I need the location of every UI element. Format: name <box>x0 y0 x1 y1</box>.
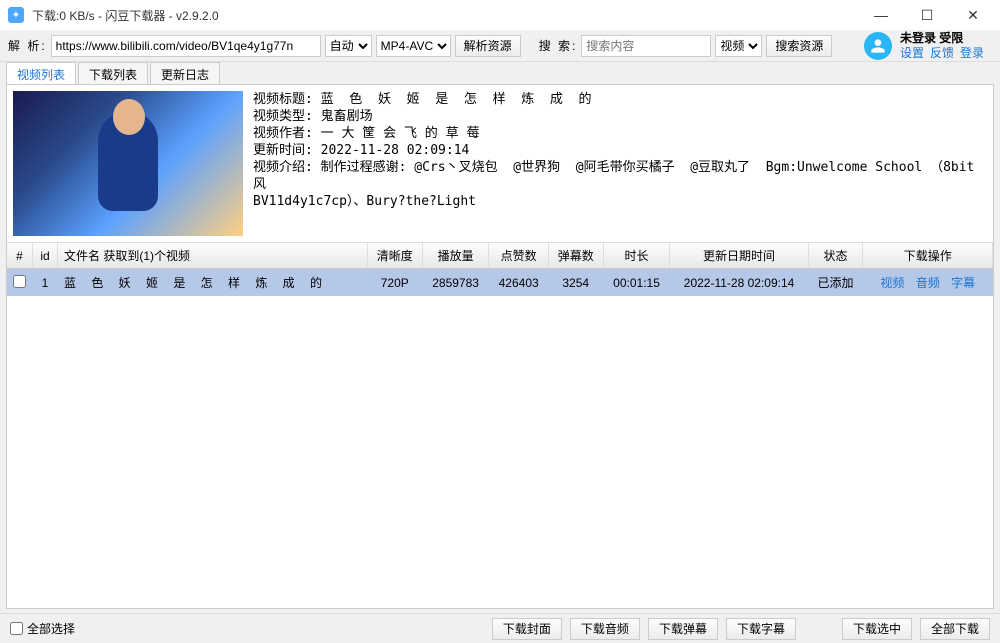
format-select[interactable]: MP4-AVC <box>376 35 451 57</box>
search-label: 搜 索: <box>539 37 578 54</box>
download-cover-button[interactable]: 下载封面 <box>492 618 562 640</box>
table-header-row: # id 文件名 获取到(1)个视频 清晰度 播放量 点赞数 弹幕数 时长 更新… <box>7 243 993 269</box>
op-audio-link[interactable]: 音频 <box>916 276 940 290</box>
search-input[interactable] <box>581 35 711 57</box>
search-button[interactable]: 搜索资源 <box>766 35 832 57</box>
select-all-label[interactable]: 全部选择 <box>10 620 75 637</box>
info-panel: 视频标题: 蓝 色 妖 姬 是 怎 样 炼 成 的 视频类型: 鬼畜剧场 视频作… <box>7 85 993 243</box>
col-updated[interactable]: 更新日期时间 <box>670 243 808 269</box>
col-status[interactable]: 状态 <box>808 243 863 269</box>
cell-status: 已添加 <box>808 269 863 297</box>
col-plays[interactable]: 播放量 <box>422 243 489 269</box>
col-duration[interactable]: 时长 <box>603 243 670 269</box>
op-sub-link[interactable]: 字幕 <box>951 276 975 290</box>
video-thumbnail <box>13 91 243 236</box>
user-icon <box>870 38 886 54</box>
user-area: 未登录 受限 设置 反馈 登录 <box>864 31 992 61</box>
col-filename[interactable]: 文件名 获取到(1)个视频 <box>57 243 367 269</box>
select-all-checkbox[interactable] <box>10 622 23 635</box>
table-row[interactable]: 1 蓝 色 妖 姬 是 怎 样 炼 成 的 720P 2859783 42640… <box>7 269 993 297</box>
col-ops[interactable]: 下载操作 <box>863 243 993 269</box>
tab-download-list[interactable]: 下载列表 <box>78 62 148 84</box>
cell-plays: 2859783 <box>422 269 489 297</box>
avatar[interactable] <box>864 32 892 60</box>
login-status: 未登录 受限 <box>900 31 984 46</box>
download-sub-button[interactable]: 下载字幕 <box>726 618 796 640</box>
login-link[interactable]: 登录 <box>960 46 984 61</box>
col-check[interactable]: # <box>7 243 33 269</box>
window-title: 下载:0 KB/s - 闪豆下载器 - v2.9.2.0 <box>32 7 858 24</box>
table-wrap: # id 文件名 获取到(1)个视频 清晰度 播放量 点赞数 弹幕数 时长 更新… <box>7 243 993 608</box>
download-all-button[interactable]: 全部下载 <box>920 618 990 640</box>
maximize-button[interactable]: ☐ <box>904 0 950 30</box>
row-checkbox[interactable] <box>13 275 26 288</box>
op-video-link[interactable]: 视频 <box>880 276 904 290</box>
footer: 全部选择 下载封面 下载音频 下载弹幕 下载字幕 下载选中 全部下载 <box>0 613 1000 643</box>
download-danmu-button[interactable]: 下载弹幕 <box>648 618 718 640</box>
cell-likes: 426403 <box>489 269 548 297</box>
title-bar: ✦ 下载:0 KB/s - 闪豆下载器 - v2.9.2.0 — ☐ ✕ <box>0 0 1000 30</box>
settings-link[interactable]: 设置 <box>900 46 924 61</box>
download-selected-button[interactable]: 下载选中 <box>842 618 912 640</box>
cell-id: 1 <box>33 269 58 297</box>
cell-ops: 视频 音频 字幕 <box>863 269 993 297</box>
video-meta: 视频标题: 蓝 色 妖 姬 是 怎 样 炼 成 的 视频类型: 鬼畜剧场 视频作… <box>253 91 987 236</box>
content-area: 视频标题: 蓝 色 妖 姬 是 怎 样 炼 成 的 视频类型: 鬼畜剧场 视频作… <box>6 84 994 609</box>
minimize-button[interactable]: — <box>858 0 904 30</box>
parse-label: 解 析: <box>8 37 47 54</box>
col-id[interactable]: id <box>33 243 58 269</box>
toolbar: 解 析: 自动 MP4-AVC 解析资源 搜 索: 视频 搜索资源 未登录 受限… <box>0 30 1000 62</box>
cell-filename: 蓝 色 妖 姬 是 怎 样 炼 成 的 <box>57 269 367 297</box>
window-controls: — ☐ ✕ <box>858 0 996 30</box>
search-type-select[interactable]: 视频 <box>715 35 762 57</box>
col-danmu[interactable]: 弹幕数 <box>548 243 603 269</box>
tab-changelog[interactable]: 更新日志 <box>150 62 220 84</box>
parse-button[interactable]: 解析资源 <box>455 35 521 57</box>
video-table: # id 文件名 获取到(1)个视频 清晰度 播放量 点赞数 弹幕数 时长 更新… <box>7 243 993 296</box>
app-icon: ✦ <box>8 7 24 23</box>
feedback-link[interactable]: 反馈 <box>930 46 954 61</box>
cell-updated: 2022-11-28 02:09:14 <box>670 269 808 297</box>
col-likes[interactable]: 点赞数 <box>489 243 548 269</box>
table-body: 1 蓝 色 妖 姬 是 怎 样 炼 成 的 720P 2859783 42640… <box>7 269 993 297</box>
cell-danmu: 3254 <box>548 269 603 297</box>
cell-quality: 720P <box>367 269 422 297</box>
close-button[interactable]: ✕ <box>950 0 996 30</box>
tabs: 视频列表 下载列表 更新日志 <box>0 62 1000 84</box>
url-input[interactable] <box>51 35 321 57</box>
download-audio-button[interactable]: 下载音频 <box>570 618 640 640</box>
cell-duration: 00:01:15 <box>603 269 670 297</box>
auto-select[interactable]: 自动 <box>325 35 372 57</box>
tab-video-list[interactable]: 视频列表 <box>6 62 76 84</box>
col-quality[interactable]: 清晰度 <box>367 243 422 269</box>
